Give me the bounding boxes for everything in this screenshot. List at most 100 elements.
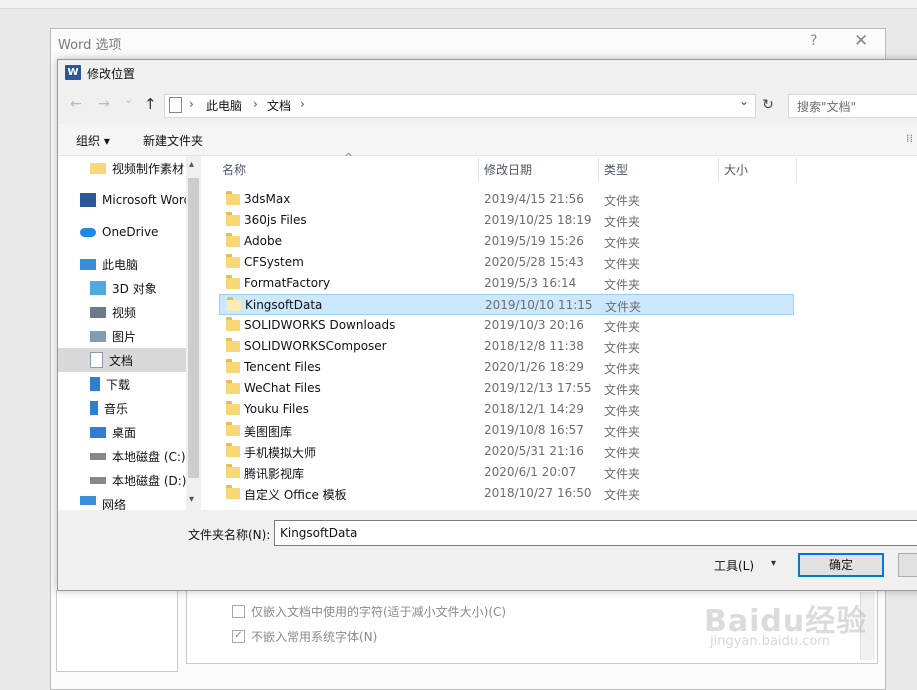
sidebar-item-label: 本地磁盘 (D:) [112, 473, 186, 488]
address-dropdown-icon[interactable]: ⌄ [739, 94, 749, 108]
option-label: 仅嵌入文档中使用的字符(适于减小文件大小)(C) [251, 605, 507, 619]
column-divider[interactable] [718, 158, 719, 182]
sidebar-item[interactable]: 网络 [58, 496, 186, 510]
sort-ascending-icon: ^ [344, 151, 354, 164]
sidebar-item[interactable]: 文档 [58, 348, 186, 372]
help-icon[interactable]: ? [810, 33, 817, 49]
file-date: 2019/10/10 11:15 [485, 298, 593, 312]
folder-name-input[interactable] [274, 520, 917, 546]
breadcrumb-separator[interactable]: › [189, 97, 194, 111]
column-divider[interactable] [478, 158, 479, 182]
folder-icon [226, 212, 240, 226]
file-date: 2018/12/8 11:38 [484, 339, 584, 353]
scrollbar-thumb[interactable] [188, 178, 199, 478]
folder-icon [226, 254, 240, 268]
organize-button[interactable]: 组织 ▾ [76, 132, 110, 149]
folder-name-value[interactable]: KingsoftData [280, 526, 357, 540]
cloud-icon [80, 227, 96, 237]
folder-icon [90, 162, 106, 174]
search-placeholder: 搜索"文档" [797, 100, 857, 114]
file-type: 文件夹 [604, 425, 641, 439]
folder-name-label: 文件夹名称(N): [188, 528, 271, 542]
scroll-up-icon[interactable]: ▴ [189, 159, 194, 170]
file-type: 文件夹 [604, 488, 641, 502]
back-arrow-icon[interactable]: ← [70, 96, 82, 112]
file-row[interactable]: 3dsMax 2019/4/15 21:56 文件夹 [219, 189, 794, 210]
file-row[interactable]: SOLIDWORKS Downloads 2019/10/3 20:16 文件夹 [219, 315, 794, 336]
drive-icon [90, 476, 106, 484]
file-name: Youku Files [244, 402, 310, 416]
option-embed-used-chars[interactable]: 仅嵌入文档中使用的字符(适于减小文件大小)(C) [232, 603, 506, 620]
breadcrumb-separator[interactable]: › [300, 97, 305, 111]
file-row[interactable]: SOLIDWORKSComposer 2018/12/8 11:38 文件夹 [219, 336, 794, 357]
close-icon[interactable]: ✕ [854, 31, 868, 51]
column-divider[interactable] [598, 158, 599, 182]
file-type: 文件夹 [604, 467, 641, 481]
video-icon [90, 306, 106, 318]
new-folder-button[interactable]: 新建文件夹 [143, 132, 203, 149]
file-row[interactable]: FormatFactory 2019/5/3 16:14 文件夹 [219, 273, 794, 294]
sidebar-item[interactable]: 视频制作素材 [58, 156, 186, 180]
checkbox-checked[interactable]: ✓ [232, 630, 245, 643]
file-name: 腾讯影视库 [244, 467, 305, 481]
word-options-category-list [56, 590, 178, 672]
column-divider[interactable] [796, 158, 797, 182]
file-row[interactable]: Tencent Files 2020/1/26 18:29 文件夹 [219, 357, 794, 378]
cancel-button[interactable] [898, 553, 917, 577]
breadcrumb-documents[interactable]: 文档 [267, 97, 291, 114]
folder-icon [226, 338, 240, 352]
file-row[interactable]: Youku Files 2018/12/1 14:29 文件夹 [219, 399, 794, 420]
file-row[interactable]: 自定义 Office 模板 2018/10/27 16:50 文件夹 [219, 483, 794, 504]
sidebar-item[interactable]: 桌面 [58, 420, 186, 444]
file-type: 文件夹 [604, 320, 641, 334]
sidebar-item[interactable]: 下载 [58, 372, 186, 396]
file-row[interactable]: KingsoftData 2019/10/10 11:15 文件夹 [219, 294, 794, 315]
file-name: 手机模拟大师 [244, 446, 317, 460]
view-options-icon[interactable]: ⁞⁞ [906, 132, 913, 145]
file-row[interactable]: 手机模拟大师 2020/5/31 21:16 文件夹 [219, 441, 794, 462]
breadcrumb-separator[interactable]: › [253, 97, 258, 111]
download-icon [90, 377, 100, 391]
folder-icon [226, 275, 240, 289]
file-type: 文件夹 [604, 278, 641, 292]
file-date: 2019/10/8 16:57 [484, 423, 584, 437]
recent-locations-icon[interactable]: ⌄ [124, 93, 133, 106]
column-header-type[interactable]: 类型 [604, 156, 628, 184]
refresh-icon[interactable]: ↻ [758, 94, 778, 116]
sidebar-item[interactable]: OneDrive [58, 220, 186, 244]
sidebar-item[interactable]: 本地磁盘 (C:) [58, 444, 186, 468]
sidebar-item-label: OneDrive [102, 225, 159, 239]
file-type: 文件夹 [604, 383, 641, 397]
file-row[interactable]: 360js Files 2019/10/25 18:19 文件夹 [219, 210, 794, 231]
file-name: CFSystem [244, 255, 304, 269]
folder-icon [226, 317, 240, 331]
sidebar-item[interactable]: Microsoft Word [58, 188, 186, 212]
sidebar-item[interactable]: 图片 [58, 324, 186, 348]
column-header-size[interactable]: 大小 [724, 156, 748, 184]
sidebar-item[interactable]: 本地磁盘 (D:) [58, 468, 186, 492]
column-header-name[interactable]: 名称 [222, 156, 246, 184]
scroll-down-icon[interactable]: ▾ [189, 494, 194, 505]
file-date: 2019/5/3 16:14 [484, 276, 577, 290]
file-row[interactable]: WeChat Files 2019/12/13 17:55 文件夹 [219, 378, 794, 399]
folder-icon [226, 464, 240, 478]
file-row[interactable]: 腾讯影视库 2020/6/1 20:07 文件夹 [219, 462, 794, 483]
option-no-system-fonts[interactable]: ✓ 不嵌入常用系统字体(N) [232, 628, 377, 645]
up-arrow-icon[interactable]: ↑ [144, 95, 157, 113]
checkbox[interactable] [232, 605, 245, 618]
file-row[interactable]: Adobe 2019/5/19 15:26 文件夹 [219, 231, 794, 252]
folder-icon [226, 443, 240, 457]
tools-button[interactable]: 工具(L) [714, 557, 754, 574]
column-header-date[interactable]: 修改日期 [484, 156, 532, 184]
sidebar-item-label: 图片 [112, 329, 137, 344]
sidebar-item[interactable]: 视频 [58, 300, 186, 324]
forward-arrow-icon[interactable]: → [98, 96, 110, 112]
sidebar-item[interactable]: 音乐 [58, 396, 186, 420]
sidebar-item[interactable]: 此电脑 [58, 252, 186, 276]
tools-dropdown-icon[interactable]: ▾ [771, 558, 776, 569]
file-row[interactable]: 美图图库 2019/10/8 16:57 文件夹 [219, 420, 794, 441]
sidebar-item[interactable]: 3D 对象 [58, 276, 186, 300]
file-row[interactable]: CFSystem 2020/5/28 15:43 文件夹 [219, 252, 794, 273]
breadcrumb-this-pc[interactable]: 此电脑 [206, 97, 242, 114]
ok-button[interactable]: 确定 [798, 553, 884, 577]
